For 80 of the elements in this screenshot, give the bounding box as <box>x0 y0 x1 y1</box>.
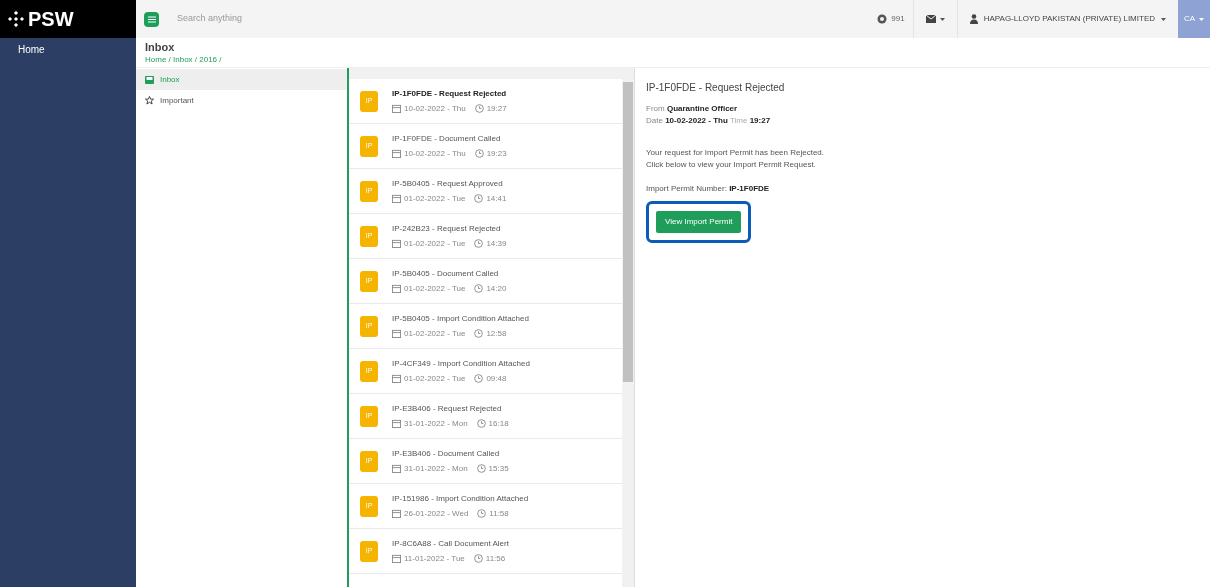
message-subject: IP-E3B406 - Request Rejected <box>392 402 503 415</box>
scrollbar-thumb[interactable] <box>623 82 633 382</box>
message-time: 11:56 <box>485 552 506 565</box>
calendar-icon <box>392 419 401 428</box>
logo-text: PSW <box>28 7 74 32</box>
message-date: 10-02-2022 - Thu <box>404 102 466 115</box>
message-subject: IP-5B0405 - Import Condition Attached <box>392 312 529 325</box>
calendar-icon <box>392 374 401 383</box>
logo-icon <box>8 11 24 27</box>
message-time: 09:48 <box>486 372 507 385</box>
permit-number: Import Permit Number: IP-1F0FDE <box>646 183 771 195</box>
message-subject: IP-5B0405 - Document Called <box>392 267 500 280</box>
message-date: 01-02-2022 - Tue <box>404 282 466 295</box>
clock-icon <box>474 329 484 338</box>
clock-icon <box>476 464 486 473</box>
clock-icon <box>474 149 484 158</box>
clock-icon <box>476 419 486 428</box>
caret-icon <box>1161 17 1166 21</box>
folder-item[interactable]: Important <box>136 90 347 111</box>
message-date: 01-02-2022 - Tue <box>404 237 466 250</box>
search-field[interactable]: Search anything <box>177 12 477 26</box>
message-date: 11-01-2022 - Tue <box>404 552 465 565</box>
message-date: 10-02-2022 - Thu <box>404 147 466 160</box>
message-time: 14:20 <box>486 282 507 295</box>
sidebar-item[interactable]: Home <box>0 38 136 57</box>
message-subject: IP-242B23 - Request Rejected <box>392 222 502 235</box>
message-subject: IP-8C6A88 - Call Document Alert <box>392 537 509 550</box>
message-time: 16:18 <box>488 417 509 430</box>
menu-icon <box>147 15 156 23</box>
calendar-icon <box>392 464 401 473</box>
calendar-icon <box>392 284 401 293</box>
menu-button[interactable] <box>144 11 159 27</box>
breadcrumb[interactable]: Home / Inbox / 2016 / <box>145 54 1201 65</box>
clock-icon <box>474 284 484 293</box>
calendar-icon <box>392 329 401 338</box>
message-date: 31-01-2022 - Mon <box>404 417 468 430</box>
clock-icon <box>474 194 484 203</box>
circle-icon <box>877 14 888 24</box>
message-date: 01-02-2022 - Tue <box>404 372 466 385</box>
message-date: 01-02-2022 - Tue <box>404 192 466 205</box>
inbox-icon <box>145 75 154 84</box>
message-subject: IP-E3B406 - Document Called <box>392 447 501 460</box>
message-date: 26-01-2022 - Wed <box>404 507 469 520</box>
calendar-icon <box>392 104 401 113</box>
clock-icon <box>474 374 484 383</box>
message-subject: IP-1F0FDE - Document Called <box>392 132 502 145</box>
calendar-icon <box>392 509 401 518</box>
clock-icon <box>477 509 487 518</box>
caret-icon <box>1199 17 1205 21</box>
calendar-icon <box>392 194 401 203</box>
caret-icon <box>939 17 945 21</box>
message-time: 14:41 <box>486 192 507 205</box>
message-subject: IP-151986 - Import Condition Attached <box>392 492 529 505</box>
clock-icon <box>474 239 484 248</box>
message-time: 12:58 <box>486 327 507 340</box>
message-subject: IP-1F0FDE - Request Rejected <box>392 87 507 100</box>
message-body: Your request for Import Permit has been Rejected. <box>646 147 826 159</box>
page-title: Inbox <box>145 41 176 54</box>
star-icon <box>145 96 154 105</box>
message-time: 14:39 <box>486 237 507 250</box>
calendar-icon <box>392 149 401 158</box>
envelope-icon <box>925 15 936 23</box>
message-subject: IP-4CF349 - Import Condition Attached <box>392 357 530 370</box>
message-subject: IP-5B0405 - Request Approved <box>392 177 504 190</box>
clock-icon <box>474 104 484 113</box>
message-time: 15:35 <box>488 462 509 475</box>
count-text: 991 <box>891 13 905 25</box>
message-date: 31-01-2022 - Mon <box>404 462 468 475</box>
calendar-icon <box>392 554 401 563</box>
clock-icon <box>473 554 483 563</box>
date-line: Date 10-02-2022 - Thu Time 19:27 <box>646 115 772 127</box>
message-date: 01-02-2022 - Tue <box>404 327 466 340</box>
message-time: 11:58 <box>489 507 509 520</box>
message-time: 19:27 <box>486 102 507 115</box>
message-body: Click below to view your Import Permit Request. <box>646 159 817 171</box>
user-icon <box>969 14 978 24</box>
message-time: 19:23 <box>486 147 507 160</box>
message-title: IP-1F0FDE - Request Rejected <box>646 81 786 95</box>
sender-line: From Quarantine Officer <box>646 103 739 115</box>
calendar-icon <box>392 239 401 248</box>
